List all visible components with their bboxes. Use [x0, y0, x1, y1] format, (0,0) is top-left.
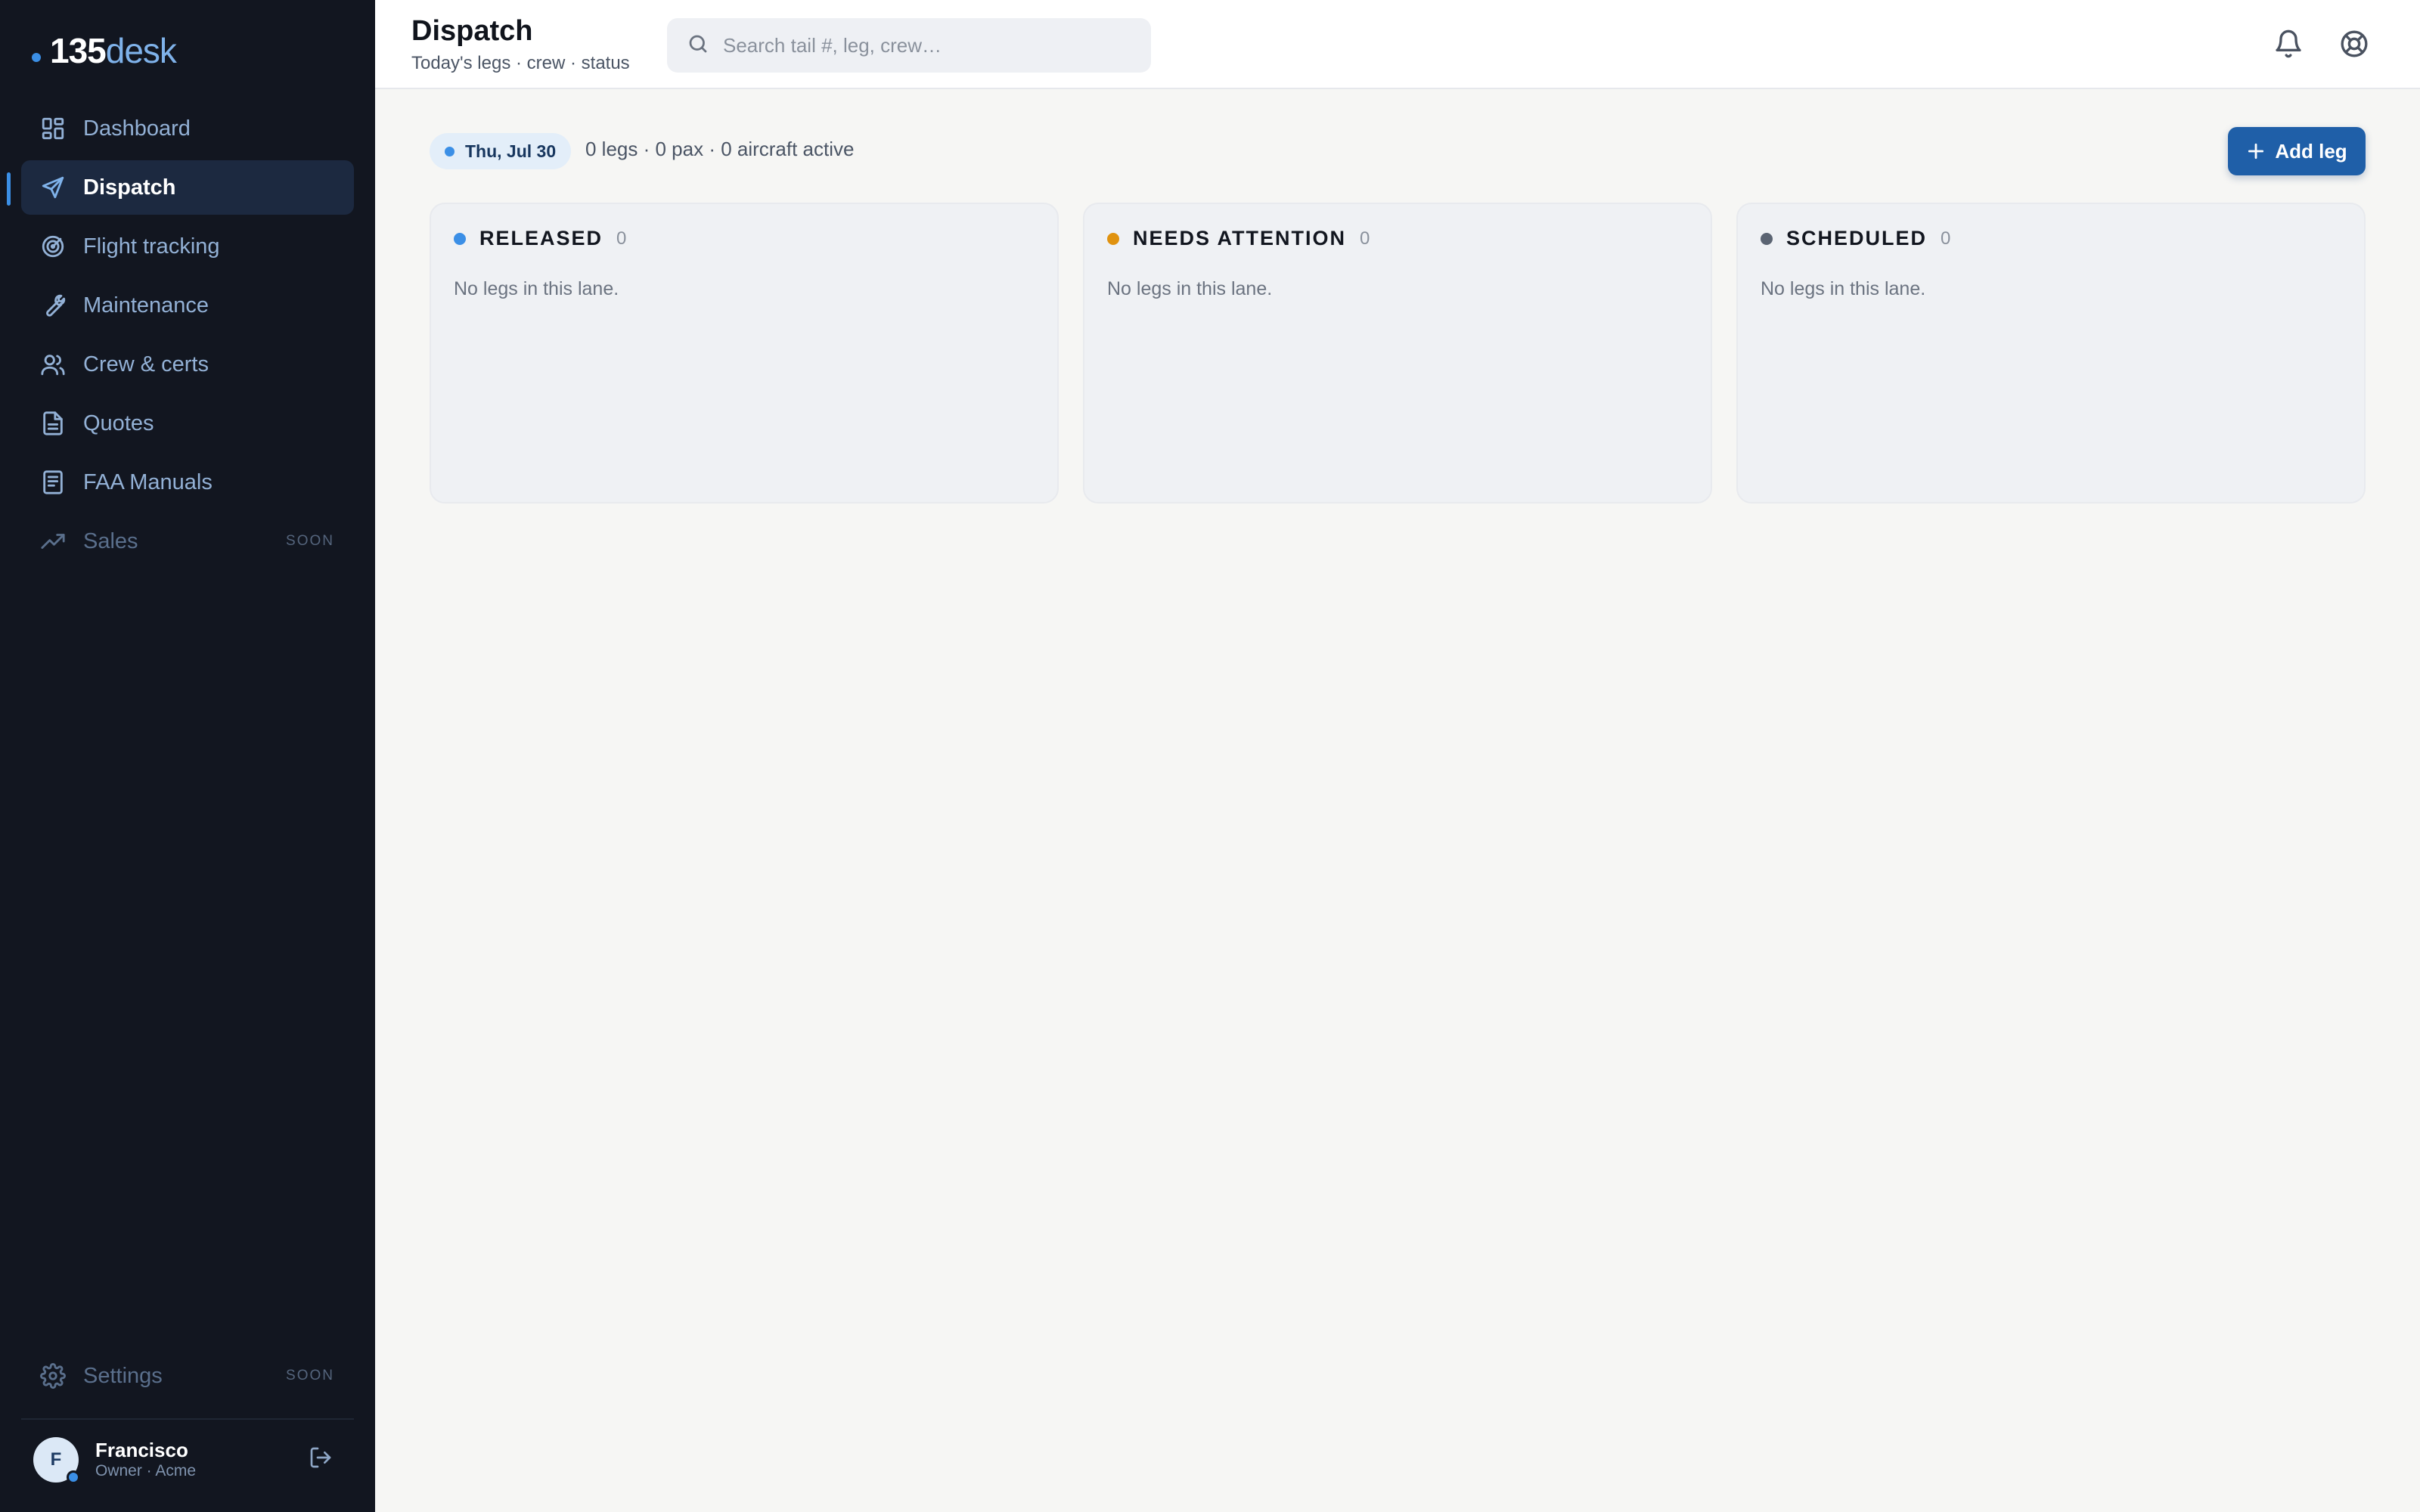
notifications-bell-icon[interactable] — [2272, 27, 2305, 60]
users-icon — [39, 351, 67, 378]
sidebar-item-label: Sales — [83, 528, 138, 553]
sidebar-item-sales: Sales SOON — [21, 514, 354, 569]
lane-status-dot — [1761, 232, 1773, 245]
search-icon — [687, 33, 709, 59]
page-title: Dispatch — [411, 15, 533, 47]
user-name: Francisco — [95, 1439, 188, 1461]
brand-logo[interactable]: 135 desk — [32, 30, 177, 71]
brand-part-1: 135 — [50, 31, 107, 70]
add-leg-label: Add leg — [2275, 139, 2347, 163]
sidebar-nav: Dashboard Dispatch Flight tracking Maint… — [21, 101, 354, 573]
user-role: Owner · Acme — [95, 1462, 197, 1479]
help-lifebuoy-icon[interactable] — [2338, 27, 2371, 60]
manual-icon — [39, 469, 67, 496]
soon-badge: SOON — [286, 1368, 334, 1383]
sidebar-item-maintenance[interactable]: Maintenance — [21, 278, 354, 333]
search-input[interactable] — [723, 33, 1131, 57]
dispatch-summary: 0 legs · 0 pax · 0 aircraft active — [585, 138, 855, 160]
lane-count: 0 — [1941, 228, 1951, 249]
sidebar-item-settings: Settings SOON — [21, 1349, 354, 1403]
sidebar-item-label: Flight tracking — [83, 234, 220, 259]
document-icon — [39, 410, 67, 437]
page-subtitle: Today's legs · crew · status — [411, 53, 630, 73]
user-meta: Francisco Owner · Acme — [95, 1439, 196, 1481]
lane-count: 0 — [616, 228, 627, 249]
top-header: Dispatch Today's legs · crew · status — [375, 0, 2420, 89]
sidebar-item-dashboard[interactable]: Dashboard — [21, 101, 354, 156]
sidebar: 135 desk Dashboard Dispatch Flight tracki… — [0, 0, 375, 1512]
lane-count: 0 — [1360, 228, 1370, 249]
date-chip[interactable]: Thu, Jul 30 — [430, 133, 572, 169]
dashboard-icon — [39, 115, 67, 142]
sidebar-item-crew-certs[interactable]: Crew & certs — [21, 337, 354, 392]
lane-status-dot — [1107, 232, 1119, 245]
sidebar-item-label: FAA Manuals — [83, 469, 213, 494]
lane-title: NEEDS ATTENTION — [1133, 227, 1347, 249]
sidebar-divider — [21, 1418, 354, 1420]
date-label: Thu, Jul 30 — [465, 141, 557, 161]
sidebar-item-label: Dispatch — [83, 175, 176, 200]
brand-dot — [32, 53, 41, 62]
send-icon — [39, 174, 67, 201]
active-indicator — [7, 172, 11, 206]
sidebar-item-label: Crew & certs — [83, 352, 209, 376]
trending-up-icon — [39, 528, 67, 555]
sidebar-settings-wrap: Settings SOON — [21, 1349, 354, 1408]
sidebar-item-label: Settings — [83, 1363, 163, 1388]
sidebar-item-dispatch[interactable]: Dispatch — [21, 160, 354, 215]
avatar-initial: F — [50, 1449, 62, 1470]
user-profile[interactable]: F Francisco Owner · Acme — [33, 1435, 343, 1485]
lane-scheduled: SCHEDULED 0 No legs in this lane. — [1736, 203, 2366, 503]
search-bar[interactable] — [667, 18, 1151, 73]
lane-released: RELEASED 0 No legs in this lane. — [430, 203, 1059, 503]
sidebar-item-label: Quotes — [83, 411, 154, 435]
lane-header: NEEDS ATTENTION 0 — [1107, 227, 1370, 250]
lane-title: SCHEDULED — [1786, 227, 1928, 249]
radar-icon — [39, 233, 67, 260]
wrench-icon — [39, 292, 67, 319]
lane-header: RELEASED 0 — [454, 227, 626, 250]
sidebar-item-label: Dashboard — [83, 116, 191, 141]
gear-icon — [39, 1362, 67, 1390]
date-dot — [445, 146, 455, 156]
lane-empty-message: No legs in this lane. — [454, 278, 619, 299]
avatar: F — [33, 1437, 80, 1484]
lane-empty-message: No legs in this lane. — [1107, 278, 1273, 299]
plus-icon — [2248, 143, 2264, 160]
sidebar-item-quotes[interactable]: Quotes — [21, 396, 354, 451]
logout-icon[interactable] — [309, 1445, 336, 1473]
lane-empty-message: No legs in this lane. — [1761, 278, 1926, 299]
sidebar-item-flight-tracking[interactable]: Flight tracking — [21, 219, 354, 274]
lane-title: RELEASED — [479, 227, 603, 249]
sidebar-item-faa-manuals[interactable]: FAA Manuals — [21, 455, 354, 510]
sidebar-item-label: Maintenance — [83, 293, 209, 318]
online-status-dot — [67, 1470, 80, 1484]
lane-needs-attention: NEEDS ATTENTION 0 No legs in this lane. — [1083, 203, 1712, 503]
lane-status-dot — [454, 232, 466, 245]
add-leg-button[interactable]: Add leg — [2228, 127, 2366, 175]
soon-badge: SOON — [286, 533, 334, 549]
brand-part-2: desk — [105, 31, 177, 70]
lane-header: SCHEDULED 0 — [1761, 227, 1950, 250]
